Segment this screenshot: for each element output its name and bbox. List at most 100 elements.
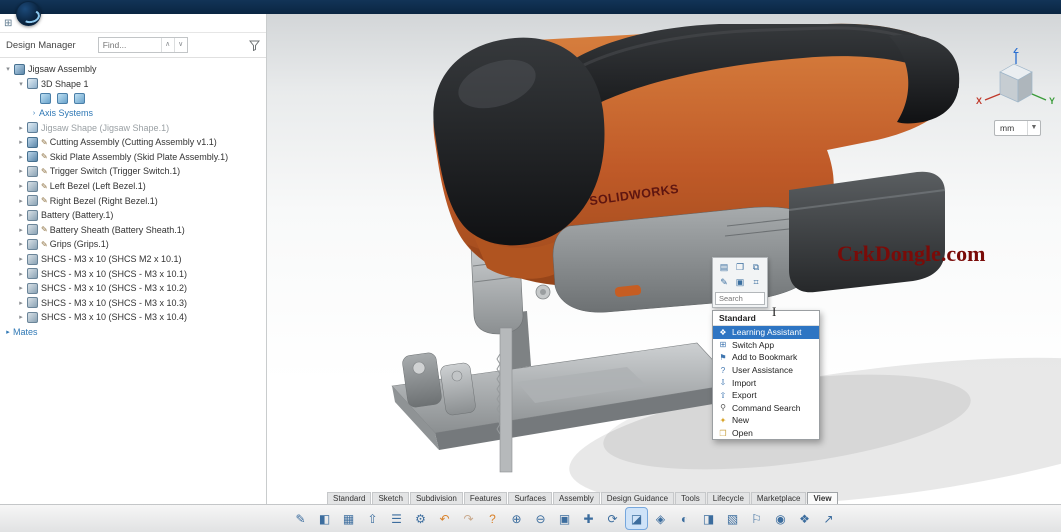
tree-expand-icon[interactable]: ▸: [16, 299, 26, 307]
command-search-input[interactable]: [715, 292, 765, 305]
tree-item[interactable]: ▸ SHCS - M3 x 10 (SHCS - M3 x 10.4): [0, 310, 266, 325]
appearance-icon[interactable]: ◨: [698, 508, 719, 529]
tab-sketch[interactable]: Sketch: [372, 492, 409, 504]
menu-item-open[interactable]: ❒ Open: [713, 427, 819, 440]
tree-expand-icon[interactable]: ▸: [16, 153, 26, 161]
shape-badge-icon[interactable]: [57, 92, 68, 104]
tree-expand-icon[interactable]: ▾: [16, 80, 26, 88]
tree-expand-icon[interactable]: ▸: [16, 182, 26, 190]
tab-tools[interactable]: Tools: [675, 492, 706, 504]
properties-icon[interactable]: ☰: [386, 508, 407, 529]
tab-lifecycle[interactable]: Lifecycle: [706, 492, 750, 504]
tree-item[interactable]: [0, 91, 266, 106]
tree-item[interactable]: ▸ ✎ Left Bezel (Left Bezel.1): [0, 179, 266, 194]
tree-item[interactable]: ▸ SHCS - M3 x 10 (SHCS - M3 x 10.3): [0, 296, 266, 311]
tab-marketplace[interactable]: Marketplace: [750, 492, 807, 504]
units-dropdown[interactable]: mm ▼: [994, 120, 1041, 136]
scene-icon[interactable]: ▧: [722, 508, 743, 529]
sketch-icon[interactable]: ✎: [290, 508, 311, 529]
find-next-icon[interactable]: ∨: [173, 38, 187, 52]
tab-features[interactable]: Features: [463, 492, 508, 504]
tree-expand-icon[interactable]: ▸: [16, 138, 26, 146]
shape-badge-icon[interactable]: [40, 92, 51, 104]
share-icon[interactable]: ↗: [818, 508, 839, 529]
components-icon[interactable]: ❖: [794, 508, 815, 529]
tree-expand-icon[interactable]: ▸: [16, 124, 26, 132]
settings-gear-icon[interactable]: ⚙: [410, 508, 431, 529]
view-orientation-triad[interactable]: Z Y X: [970, 48, 1060, 120]
tree-item[interactable]: ▸ Mates: [0, 325, 266, 340]
tab-subdivision[interactable]: Subdivision: [409, 492, 463, 504]
tree-item[interactable]: ▸ SHCS - M3 x 10 (SHCS - M3 x 10.1): [0, 266, 266, 281]
menu-item-user-assistance[interactable]: ? User Assistance: [713, 364, 819, 377]
menu-item-label: Command Search: [732, 402, 801, 413]
export-icon[interactable]: ⇧: [362, 508, 383, 529]
tree-item[interactable]: ▸ ✎ Grips (Grips.1): [0, 237, 266, 252]
pan-icon[interactable]: ✚: [578, 508, 599, 529]
shapes-icon[interactable]: ◧: [314, 508, 335, 529]
tree-expand-icon[interactable]: ▾: [3, 65, 13, 73]
tree-item[interactable]: ▸ ✎ Battery Sheath (Battery Sheath.1): [0, 223, 266, 238]
menu-item-import[interactable]: ⇩ Import: [713, 376, 819, 389]
display-style-icon[interactable]: ◈: [650, 508, 671, 529]
tree-item[interactable]: ▾ Jigsaw Assembly: [0, 62, 266, 77]
tree-expand-icon[interactable]: ▸: [16, 240, 26, 248]
layout-icon[interactable]: ▣: [732, 275, 748, 290]
tree-expand-icon[interactable]: ▸: [16, 284, 26, 292]
tree-item[interactable]: ▸ ✎ Skid Plate Assembly (Skid Plate Assemb…: [0, 150, 266, 165]
find-previous-icon[interactable]: ∧: [160, 38, 174, 52]
filter-icon[interactable]: [249, 40, 260, 51]
tree-expand-icon[interactable]: ▸: [16, 313, 26, 321]
undo-icon[interactable]: ↶: [434, 508, 455, 529]
edit-icon[interactable]: ✎: [716, 275, 732, 290]
book-icon[interactable]: ❐: [732, 260, 748, 275]
hide-show-icon[interactable]: ◐: [674, 508, 695, 529]
zoom-out-icon[interactable]: ⊖: [530, 508, 551, 529]
menu-item-learning-assistant[interactable]: ❖ Learning Assistant: [713, 326, 819, 339]
section-view-icon[interactable]: ◪: [625, 507, 648, 530]
3dexperience-logo-icon[interactable]: [16, 1, 41, 26]
focus-icon[interactable]: ◉: [770, 508, 791, 529]
menu-item-add-to-bookmark[interactable]: ⚑ Add to Bookmark: [713, 351, 819, 364]
tree-item[interactable]: ▸ SHCS - M3 x 10 (SHCS M2 x 10.1): [0, 252, 266, 267]
tree-expand-icon[interactable]: ▸: [3, 328, 13, 336]
note-icon[interactable]: ▤: [716, 260, 732, 275]
redo-icon[interactable]: ↷: [458, 508, 479, 529]
menu-item-export[interactable]: ⇧ Export: [713, 389, 819, 402]
tree-expand-icon[interactable]: ▸: [16, 255, 26, 263]
copy-icon[interactable]: ⧉: [748, 260, 764, 275]
tree-item[interactable]: ▸ Battery (Battery.1): [0, 208, 266, 223]
shape-badge-icon[interactable]: [74, 92, 85, 104]
find-input[interactable]: [98, 38, 161, 52]
viewport-3d[interactable]: SOLIDWORKS CrkDongle.com Z Y X mm ▼ ▤ ❐ ⧉ ✎…: [267, 14, 1061, 504]
tree-item[interactable]: ▸ ✎ Right Bezel (Right Bezel.1): [0, 193, 266, 208]
menu-item-switch-app[interactable]: ⊞ Switch App: [713, 339, 819, 352]
tree-expand-icon[interactable]: ▸: [16, 167, 26, 175]
tree-expand-icon[interactable]: ▸: [16, 226, 26, 234]
tree-expand-icon[interactable]: ▸: [16, 211, 26, 219]
tab-assembly[interactable]: Assembly: [553, 492, 600, 504]
menu-item-command-search[interactable]: ⚲ Command Search: [713, 402, 819, 415]
grid-icon[interactable]: ⌗: [748, 275, 764, 290]
tree-expand-icon[interactable]: ›: [29, 110, 39, 117]
tree-item[interactable]: ▸ Jigsaw Shape (Jigsaw Shape.1): [0, 120, 266, 135]
tab-surfaces[interactable]: Surfaces: [508, 492, 553, 504]
tree-item[interactable]: ▸ SHCS - M3 x 10 (SHCS - M3 x 10.2): [0, 281, 266, 296]
tab-view[interactable]: View: [807, 492, 838, 504]
flag-icon[interactable]: ⚐: [746, 508, 767, 529]
tree-item[interactable]: ▸ ✎ Cutting Assembly (Cutting Assembly v1.…: [0, 135, 266, 150]
tree-item[interactable]: ▾ 3D Shape 1: [0, 77, 266, 92]
panel-toggle-icon[interactable]: ⊞: [4, 18, 12, 29]
zoom-in-icon[interactable]: ⊕: [506, 508, 527, 529]
tree-item[interactable]: › Axis Systems: [0, 106, 266, 121]
rotate-view-icon[interactable]: ⟳: [602, 508, 623, 529]
tab-design-guidance[interactable]: Design Guidance: [600, 492, 675, 504]
tree-expand-icon[interactable]: ▸: [16, 270, 26, 278]
tree-item[interactable]: ▸ ✎ Trigger Switch (Trigger Switch.1): [0, 164, 266, 179]
tree-expand-icon[interactable]: ▸: [16, 197, 26, 205]
zoom-fit-icon[interactable]: ▣: [554, 508, 575, 529]
save-icon[interactable]: ▦: [338, 508, 359, 529]
menu-item-new[interactable]: ✦ New: [713, 414, 819, 427]
help-icon[interactable]: ?: [482, 508, 503, 529]
tab-standard[interactable]: Standard: [327, 492, 372, 504]
